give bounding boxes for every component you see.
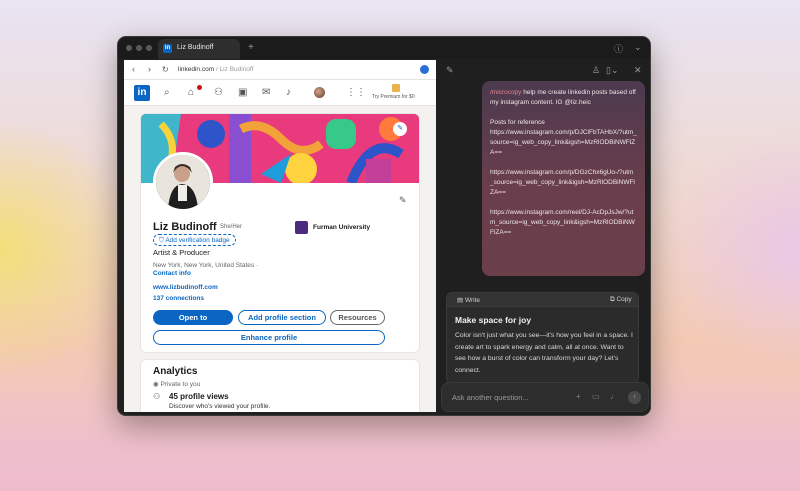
sidebar-toggle-icon[interactable]: ▯⌄: [606, 65, 619, 76]
people-icon: ⚇: [153, 392, 161, 401]
jobs-icon[interactable]: ▣: [238, 87, 247, 98]
analytics-title: Analytics: [153, 366, 198, 377]
profile-views-subtitle: Discover who's viewed your profile.: [169, 403, 271, 410]
profile-name: Liz Budinoff: [153, 221, 217, 233]
tab-title: Liz Budinoff: [177, 44, 214, 51]
analytics-private: ◉ Private to you: [153, 380, 200, 388]
ask-box: + ▭ ♩ ↑: [441, 382, 649, 412]
url-field[interactable]: linkedin.com / Liz Budinoff: [178, 66, 253, 73]
user-message-text: help me create linkedin posts based off …: [490, 89, 637, 236]
profile-photo-art: [156, 155, 210, 209]
notifications-icon[interactable]: ♪: [286, 87, 291, 98]
copy-button[interactable]: ⧉ Copy: [610, 296, 632, 304]
profile-views[interactable]: 45 profile views: [169, 392, 229, 401]
forward-icon[interactable]: ›: [148, 64, 151, 74]
linkedin-logo[interactable]: in: [134, 85, 150, 101]
post-title: Make space for joy: [455, 315, 532, 325]
write-label: ▤ Write: [457, 296, 480, 304]
home-icon[interactable]: ⌂: [188, 87, 194, 98]
add-profile-section-button[interactable]: Add profile section: [238, 310, 326, 325]
linkedin-favicon-icon: in: [163, 44, 172, 53]
post-body: Color isn't just what you see—it's how y…: [455, 332, 633, 374]
new-chat-icon[interactable]: ✎: [446, 65, 454, 76]
connections-link[interactable]: 137 connections: [153, 295, 204, 302]
verification-badge-button[interactable]: ⛉ Add verification badge: [153, 234, 236, 246]
university-name[interactable]: Furman University: [313, 224, 370, 231]
write-card: ▤ Write ⧉ Copy Make space for joy Color …: [446, 292, 639, 384]
reload-icon[interactable]: ↻: [162, 65, 169, 74]
open-to-button[interactable]: Open to: [153, 310, 233, 325]
browser-window: in Liz Budinoff + ⓘ ⌄ ‹ › ↻ linkedin.com…: [117, 36, 651, 416]
linkedin-navbar: in ⌕ ⌂ ⚇ ▣ ✉ ♪ ⋮⋮ Try Premium for $0: [124, 80, 436, 106]
new-tab-button[interactable]: +: [248, 42, 254, 53]
avatar[interactable]: [314, 87, 325, 98]
address-bar: ‹ › ↻ linkedin.com / Liz Budinoff: [124, 60, 436, 80]
profile-photo[interactable]: [153, 152, 213, 212]
back-icon[interactable]: ‹: [132, 64, 135, 74]
close-icon[interactable]: ✕: [634, 65, 642, 76]
command-label: /microcopy: [490, 89, 522, 96]
profile-card: ✎ ✎ Liz Budinoff She/Her Furman Universi…: [140, 113, 420, 353]
background-glow-right: [660, 130, 800, 370]
resources-button[interactable]: Resources: [330, 310, 385, 325]
user-message: /microcopy help me create linkedin posts…: [482, 81, 645, 276]
edit-banner-button[interactable]: ✎: [393, 122, 407, 136]
send-button[interactable]: ↑: [628, 391, 641, 404]
premium-link[interactable]: Try Premium for $0: [372, 94, 415, 100]
assistant-pane: ✎ ♙ ▯⌄ ✕ /microcopy help me create linke…: [438, 60, 650, 415]
minimize-window-button[interactable]: [136, 45, 142, 51]
chevron-down-icon[interactable]: ⌄: [634, 42, 642, 53]
messaging-icon[interactable]: ✉: [262, 87, 270, 98]
website-link[interactable]: www.lizbudinoff.com: [153, 284, 218, 291]
profile-location: New York, New York, United States ·: [153, 262, 259, 269]
edit-profile-icon[interactable]: ✎: [399, 195, 407, 206]
browser-pane: ‹ › ↻ linkedin.com / Liz Budinoff in ⌕ ⌂…: [124, 60, 436, 412]
browser-tab[interactable]: in Liz Budinoff: [158, 39, 240, 59]
extension-icon[interactable]: [420, 65, 429, 74]
verification-label: Add verification badge: [165, 237, 230, 244]
profile-pronouns: She/Her: [220, 224, 243, 230]
person-icon[interactable]: ♙: [592, 65, 600, 76]
analytics-card: Analytics ◉ Private to you ⚇ 45 profile …: [140, 359, 420, 412]
info-icon[interactable]: ⓘ: [614, 42, 623, 55]
attach-icon[interactable]: ▭: [592, 392, 600, 401]
notification-dot: [197, 85, 202, 90]
write-label-text: Write: [464, 297, 481, 304]
analytics-private-label: Private to you: [160, 381, 201, 388]
plus-icon[interactable]: +: [576, 392, 581, 401]
premium-icon[interactable]: [392, 84, 400, 92]
title-bar: in Liz Budinoff + ⓘ ⌄: [118, 37, 650, 59]
profile-headline: Artist & Producer: [153, 248, 210, 257]
write-card-header: ▤ Write ⧉ Copy: [447, 293, 638, 307]
ask-input[interactable]: [452, 393, 562, 402]
search-icon[interactable]: ⌕: [164, 87, 170, 98]
document-icon: ▤: [457, 297, 465, 304]
enhance-profile-button[interactable]: Enhance profile: [153, 330, 385, 345]
zoom-window-button[interactable]: [146, 45, 152, 51]
microphone-icon[interactable]: ♩: [610, 392, 618, 401]
contact-info-link[interactable]: Contact info: [153, 270, 191, 277]
copy-label: Copy: [616, 296, 632, 303]
apps-grid-icon[interactable]: ⋮⋮: [346, 87, 366, 98]
close-window-button[interactable]: [126, 45, 132, 51]
network-icon[interactable]: ⚇: [214, 87, 223, 98]
university-logo[interactable]: [295, 221, 308, 234]
